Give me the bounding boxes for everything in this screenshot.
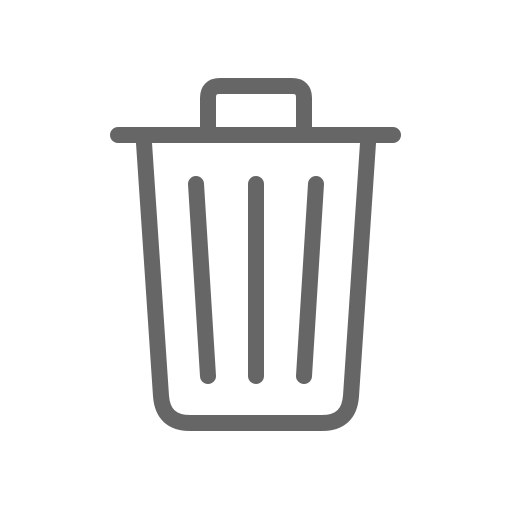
icon-canvas xyxy=(0,0,512,512)
trash-stripe-right xyxy=(296,176,324,384)
trash-stripe-left xyxy=(188,176,216,384)
trash-lid-handle xyxy=(200,78,312,136)
trash-icon[interactable] xyxy=(0,0,512,512)
